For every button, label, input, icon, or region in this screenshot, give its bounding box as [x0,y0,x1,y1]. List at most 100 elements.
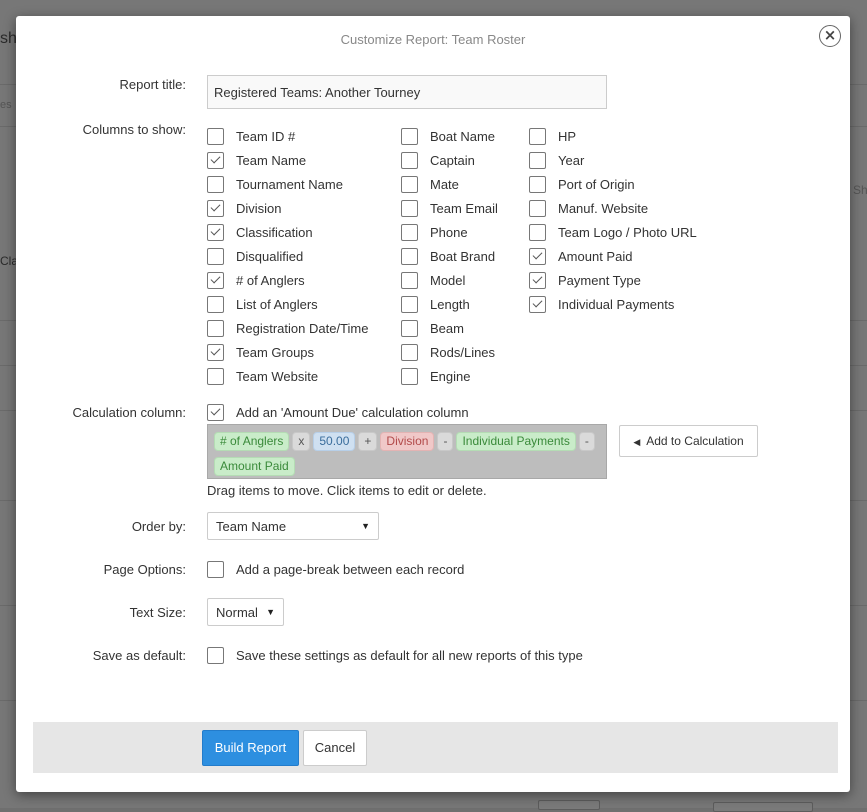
column-checkbox[interactable] [529,199,546,217]
text-size-select[interactable]: Normal ▼ [207,598,284,626]
column-checkbox[interactable] [529,295,546,313]
column-option[interactable]: Engine [401,367,470,385]
column-checkbox[interactable] [401,295,418,313]
calculation-checkbox[interactable] [207,403,224,421]
column-option-label: Manuf. Website [558,200,649,216]
column-checkbox[interactable] [401,199,418,217]
column-option[interactable]: Individual Payments [529,295,674,313]
calculation-operator[interactable]: - [437,432,454,451]
calculation-operator[interactable]: - [578,432,595,451]
column-option[interactable]: Captain [401,151,475,169]
column-option-label: # of Anglers [236,272,305,288]
column-option[interactable]: Amount Paid [529,247,632,265]
column-option[interactable]: Boat Brand [401,247,495,265]
column-option-label: Team ID # [236,128,296,144]
order-by-value: Team Name [216,518,287,534]
column-option-label: Individual Payments [558,296,675,312]
column-option[interactable]: Port of Origin [529,175,635,193]
calculation-checkbox-label: Add an 'Amount Due' calculation column [236,404,469,420]
column-option[interactable]: List of Anglers [207,295,318,313]
column-checkbox[interactable] [207,343,224,361]
save-default-checkbox-row[interactable]: Save these settings as default for all n… [207,646,583,664]
column-option[interactable]: Classification [207,223,313,241]
report-title-input[interactable] [207,75,607,109]
column-option[interactable]: Phone [401,223,468,241]
column-checkbox[interactable] [207,247,224,265]
column-option[interactable]: Payment Type [529,271,641,289]
column-checkbox[interactable] [529,175,546,193]
column-option[interactable]: Manuf. Website [529,199,648,217]
column-checkbox[interactable] [207,127,224,145]
column-option[interactable]: Tournament Name [207,175,343,193]
calculation-token[interactable]: Division [380,432,435,451]
build-report-button[interactable]: Build Report [202,730,299,766]
column-checkbox[interactable] [401,247,418,265]
save-default-checkbox[interactable] [207,646,224,664]
column-checkbox[interactable] [207,223,224,241]
column-option[interactable]: Team Website [207,367,318,385]
column-checkbox[interactable] [529,247,546,265]
page-break-checkbox[interactable] [207,560,224,578]
column-checkbox[interactable] [401,127,418,145]
calculation-operator[interactable]: x [292,432,311,451]
column-checkbox[interactable] [207,199,224,217]
column-option[interactable]: Beam [401,319,464,337]
column-checkbox[interactable] [401,271,418,289]
calculation-token[interactable]: Amount Paid [214,457,295,476]
page-break-label: Add a page-break between each record [236,561,465,577]
column-option[interactable]: Team Email [401,199,498,217]
column-option[interactable]: Team ID # [207,127,295,145]
column-checkbox[interactable] [401,367,418,385]
background-text: es [0,99,12,111]
calculation-token[interactable]: Individual Payments [456,432,576,451]
column-option[interactable]: Team Name [207,151,306,169]
column-checkbox[interactable] [207,319,224,337]
cancel-button[interactable]: Cancel [303,730,367,766]
column-checkbox[interactable] [529,127,546,145]
column-option[interactable]: Year [529,151,584,169]
column-option[interactable]: Length [401,295,470,313]
column-checkbox[interactable] [207,271,224,289]
column-checkbox[interactable] [401,151,418,169]
column-option[interactable]: HP [529,127,576,145]
calculation-formula-box[interactable]: # of Anglers x 50.00 + Division - Individual P… [207,424,607,479]
order-by-select[interactable]: Team Name ▼ [207,512,379,540]
calculation-token[interactable]: 50.00 [313,432,356,451]
column-option[interactable]: Team Logo / Photo URL [529,223,697,241]
column-checkbox[interactable] [207,175,224,193]
add-to-calculation-button[interactable]: ◀ Add to Calculation [619,425,758,457]
column-option[interactable]: Division [207,199,282,217]
column-option[interactable]: # of Anglers [207,271,305,289]
column-checkbox[interactable] [207,295,224,313]
column-option[interactable]: Rods/Lines [401,343,495,361]
column-checkbox[interactable] [401,319,418,337]
page-options-label: Page Options: [103,562,186,577]
column-option[interactable]: Disqualified [207,247,303,265]
column-checkbox[interactable] [529,151,546,169]
caret-left-icon: ◀ [633,437,641,447]
column-option-label: Team Email [430,200,498,216]
calculation-operator[interactable]: + [358,432,378,451]
calculation-checkbox-row[interactable]: Add an 'Amount Due' calculation column [207,403,469,421]
column-checkbox[interactable] [529,223,546,241]
column-option[interactable]: Mate [401,175,459,193]
dropdown-arrow-icon: ▼ [266,607,275,617]
column-option[interactable]: Boat Name [401,127,495,145]
column-option-label: Rods/Lines [430,344,496,360]
column-checkbox[interactable] [401,223,418,241]
column-option-label: Payment Type [558,272,641,288]
column-option[interactable]: Model [401,271,465,289]
column-checkbox[interactable] [401,343,418,361]
column-checkbox[interactable] [207,367,224,385]
close-icon[interactable]: × [819,25,841,47]
customize-report-dialog: Customize Report: Team Roster × Report t… [16,16,850,792]
background-text: sh [0,30,17,47]
column-checkbox[interactable] [207,151,224,169]
column-option[interactable]: Registration Date/Time [207,319,368,337]
column-checkbox[interactable] [529,271,546,289]
page-break-checkbox-row[interactable]: Add a page-break between each record [207,560,464,578]
column-checkbox[interactable] [401,175,418,193]
calculation-token[interactable]: # of Anglers [214,432,290,451]
column-option-label: Team Website [236,368,319,384]
column-option[interactable]: Team Groups [207,343,314,361]
